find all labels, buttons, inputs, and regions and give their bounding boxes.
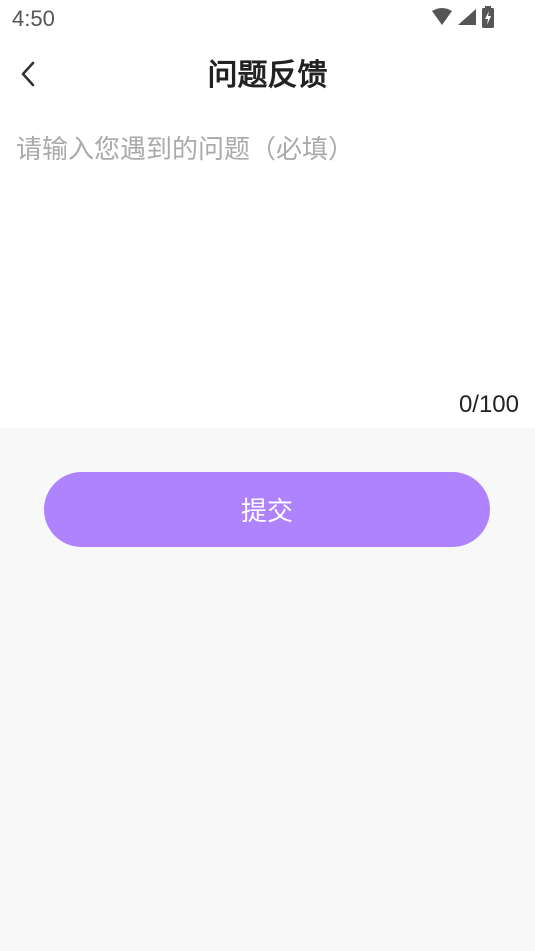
status-bar: 4:50 bbox=[0, 0, 535, 36]
wifi-icon bbox=[431, 8, 453, 26]
feedback-panel: 4:50 问题反馈 0/100 bbox=[0, 0, 535, 428]
submit-button-label: 提交 bbox=[240, 497, 293, 527]
cellular-signal-icon bbox=[457, 8, 477, 26]
submit-button[interactable]: 提交 bbox=[44, 472, 490, 547]
page-title: 问题反馈 bbox=[207, 58, 328, 93]
character-counter: 0/100 bbox=[458, 391, 519, 418]
battery-charging-icon bbox=[481, 6, 495, 28]
status-time: 4:50 bbox=[12, 6, 55, 31]
feedback-textarea[interactable] bbox=[16, 130, 519, 370]
status-icons bbox=[431, 6, 495, 28]
navigation-header: 问题反馈 bbox=[0, 50, 535, 102]
